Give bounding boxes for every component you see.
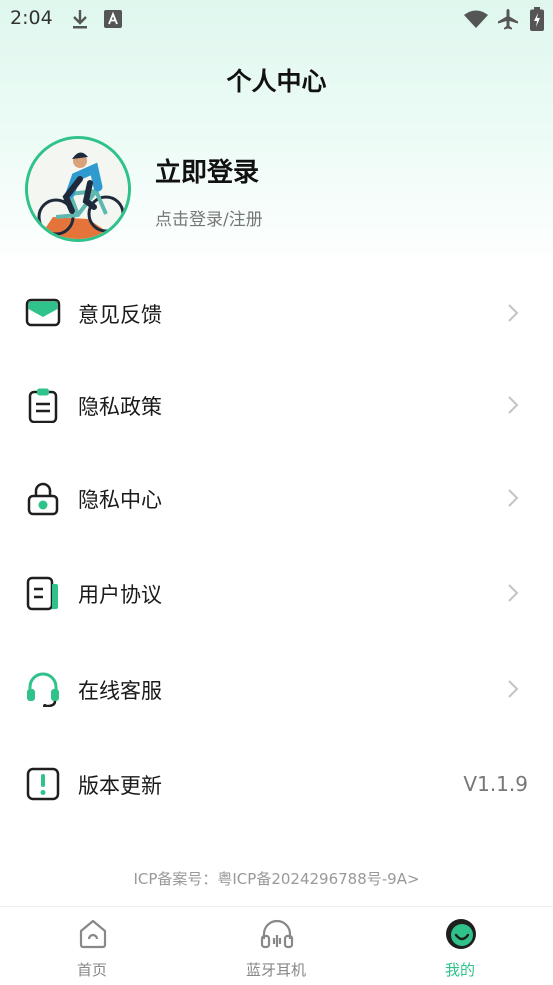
cyclist-avatar-icon: [28, 139, 128, 239]
headphones-icon: [260, 919, 294, 949]
version-value: V1.1.9: [463, 772, 528, 796]
login-subtitle[interactable]: 点击登录/注册: [155, 205, 263, 230]
menu-label-customer-service: 在线客服: [78, 679, 162, 703]
tab-home[interactable]: 首页: [0, 907, 184, 985]
menu-label-privacy-policy: 隐私政策: [78, 395, 162, 419]
home-icon: [79, 919, 107, 949]
menu-label-user-agreement: 用户协议: [78, 583, 162, 607]
menu-label-version-update: 版本更新: [78, 774, 162, 798]
airplane-icon: [498, 9, 518, 30]
menu-item-customer-service[interactable]: 在线客服: [0, 649, 553, 729]
headset-icon: [27, 672, 59, 707]
menu-item-version-update[interactable]: 版本更新 V1.1.9: [0, 744, 553, 824]
smile-face-icon: [446, 919, 476, 949]
chevron-right-icon: [508, 680, 519, 698]
tab-earphone[interactable]: 蓝牙耳机: [184, 907, 368, 985]
status-bar: 2:04: [0, 0, 553, 38]
tab-label-earphone: 蓝牙耳机: [245, 961, 306, 979]
lock-icon: [27, 482, 59, 516]
status-time: 2:04: [10, 7, 53, 29]
menu-item-feedback[interactable]: 意见反馈: [0, 273, 553, 353]
battery-icon: [530, 7, 544, 31]
menu-item-privacy-policy[interactable]: 隐私政策: [0, 365, 553, 445]
menu-item-user-agreement[interactable]: 用户协议: [0, 553, 553, 633]
tab-label-home: 首页: [76, 961, 107, 979]
mail-icon: [25, 298, 61, 327]
tab-label-mine: 我的: [444, 961, 475, 979]
menu-label-feedback: 意见反馈: [78, 303, 162, 327]
wifi-icon: [464, 10, 488, 28]
tab-mine[interactable]: 我的: [368, 907, 552, 985]
chevron-right-icon: [508, 489, 519, 507]
avatar[interactable]: [25, 136, 131, 242]
login-title[interactable]: 立即登录: [155, 152, 259, 189]
menu-item-privacy-center[interactable]: 隐私中心: [0, 458, 553, 538]
menu-label-privacy-center: 隐私中心: [78, 488, 162, 512]
page-title: 个人中心: [226, 67, 327, 96]
font-a-icon: [104, 10, 122, 28]
alert-icon: [26, 767, 60, 801]
chevron-right-icon: [508, 304, 519, 322]
document-icon: [26, 576, 58, 611]
chevron-right-icon: [508, 396, 519, 414]
bottom-tabbar: 首页 蓝牙耳机 我的: [0, 906, 553, 985]
chevron-right-icon: [508, 584, 519, 602]
icp-link[interactable]: ICP备案号：粤ICP备2024296788号-9A>: [0, 868, 553, 889]
clipboard-icon: [28, 388, 58, 423]
download-icon: [73, 10, 87, 29]
